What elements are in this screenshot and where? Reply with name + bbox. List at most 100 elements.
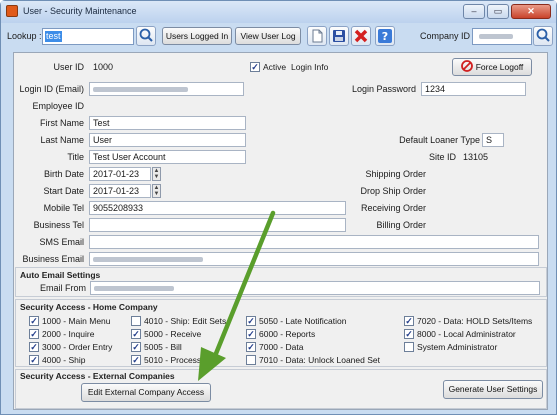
security-option-label: 5005 - Bill [144, 342, 182, 352]
security-option-checkbox[interactable]: ✓ [29, 355, 39, 365]
billing-order-field [432, 218, 527, 232]
save-button[interactable] [329, 26, 349, 46]
email-from-redacted [94, 286, 174, 291]
business-email-label: Business Email [22, 254, 84, 264]
auto-email-section: Auto Email Settings Email From [15, 267, 547, 297]
login-id-label: Login ID (Email) [19, 84, 84, 94]
security-option-label: 5050 - Late Notification [259, 316, 347, 326]
security-option-label: 1000 - Main Menu [42, 316, 111, 326]
start-date-label: Start Date [43, 186, 84, 196]
security-option-checkbox[interactable]: ✓ [246, 329, 256, 339]
auto-email-title: Auto Email Settings [20, 270, 101, 280]
lookup-label: Lookup : [7, 31, 42, 41]
receiving-order-label: Receiving Order [360, 203, 426, 213]
security-option-checkbox[interactable]: ✓ [246, 342, 256, 352]
window-title: User - Security Maintenance [23, 6, 137, 16]
email-from-field[interactable] [90, 281, 540, 295]
security-option-checkbox[interactable]: ✓ [29, 342, 39, 352]
new-document-icon [312, 29, 323, 43]
site-id-field: 13105 [459, 150, 519, 164]
security-option-checkbox[interactable]: ✓ [246, 316, 256, 326]
new-record-button[interactable] [307, 26, 327, 46]
security-option-checkbox[interactable]: ✓ [131, 342, 141, 352]
users-logged-in-button[interactable]: Users Logged In [162, 27, 232, 45]
edit-external-access-button[interactable]: Edit External Company Access [81, 383, 211, 402]
sms-email-label: SMS Email [39, 237, 84, 247]
login-id-redacted [93, 87, 188, 92]
email-from-label: Email From [39, 283, 86, 293]
receiving-order-field [432, 201, 527, 215]
app-icon [6, 5, 18, 17]
security-option-label: 4010 - Ship: Edit Sets [144, 316, 227, 326]
security-option-checkbox[interactable] [131, 316, 141, 326]
business-email-redacted [93, 257, 203, 262]
active-checkbox[interactable]: ✓ [250, 62, 260, 72]
security-option-checkbox[interactable]: ✓ [131, 355, 141, 365]
lookup-value: test [45, 31, 62, 42]
login-info-label: Login Info [291, 62, 329, 72]
start-date-spinner[interactable]: ▲ ▼ [152, 184, 161, 198]
security-option-checkbox[interactable] [404, 342, 414, 352]
security-option-label: 5000 - Receive [144, 329, 202, 339]
shipping-order-label: Shipping Order [365, 169, 426, 179]
title-field[interactable]: Test User Account [89, 150, 246, 164]
login-id-field[interactable] [89, 82, 244, 96]
business-tel-label: Business Tel [33, 220, 84, 230]
generate-user-settings-button[interactable]: Generate User Settings [443, 380, 543, 399]
drop-ship-order-field [432, 184, 527, 198]
search-icon [536, 28, 550, 42]
user-id-label: User ID [53, 62, 84, 72]
drop-ship-order-label: Drop Ship Order [360, 186, 426, 196]
lookup-input[interactable]: test [42, 28, 134, 45]
delete-icon [354, 29, 368, 43]
business-tel-field[interactable] [89, 218, 346, 232]
mobile-tel-label: Mobile Tel [43, 203, 84, 213]
security-option-checkbox[interactable]: ✓ [29, 316, 39, 326]
login-password-field[interactable]: 1234 [421, 82, 526, 96]
maximize-button[interactable]: ▭ [487, 4, 509, 19]
force-logoff-button[interactable]: Force Logoff [452, 58, 532, 76]
default-loaner-type-field[interactable]: S [482, 133, 504, 147]
security-home-title: Security Access - Home Company [20, 302, 158, 312]
security-option-checkbox[interactable]: ✓ [131, 329, 141, 339]
billing-order-label: Billing Order [376, 220, 426, 230]
start-date-field[interactable]: 2017-01-23 [89, 184, 151, 198]
first-name-field[interactable]: Test [89, 116, 246, 130]
delete-button[interactable] [351, 26, 371, 46]
shipping-order-field [432, 167, 527, 181]
help-icon: ? [378, 29, 392, 43]
security-option-label: 7000 - Data [259, 342, 304, 352]
close-button[interactable]: ✕ [511, 4, 551, 19]
svg-text:?: ? [382, 30, 388, 43]
security-option-checkbox[interactable]: ✓ [404, 316, 414, 326]
user-id-field: 1000 [89, 60, 199, 74]
lookup-search-button[interactable] [136, 26, 156, 46]
active-label: Active [263, 62, 287, 72]
mobile-tel-field[interactable]: 9055208933 [89, 201, 346, 215]
last-name-field[interactable]: User [89, 133, 246, 147]
default-loaner-type-label: Default Loaner Type [399, 135, 480, 145]
birth-date-spinner[interactable]: ▲ ▼ [152, 167, 161, 181]
company-id-input[interactable] [472, 28, 532, 45]
app-window: User - Security Maintenance – ▭ ✕ Lookup… [0, 0, 557, 415]
security-option-label: 3000 - Order Entry [42, 342, 113, 352]
business-email-field[interactable] [89, 252, 539, 266]
security-option-checkbox[interactable]: ✓ [404, 329, 414, 339]
no-entry-icon [460, 60, 473, 72]
sms-email-field[interactable] [89, 235, 539, 249]
help-button[interactable]: ? [375, 26, 395, 46]
save-icon [333, 30, 345, 42]
employee-id-field [89, 99, 244, 113]
search-icon [139, 28, 153, 42]
security-home-section: Security Access - Home Company ✓ 1000 - M… [15, 299, 547, 367]
view-user-log-button[interactable]: View User Log [235, 27, 301, 45]
security-option-label: 2000 - Inquire [42, 329, 95, 339]
title-bar: User - Security Maintenance – ▭ ✕ [1, 1, 556, 23]
security-option-label: 8000 - Local Administrator [417, 329, 516, 339]
security-option-checkbox[interactable] [246, 355, 256, 365]
security-option-label: 5010 - Process [144, 355, 202, 365]
security-option-checkbox[interactable]: ✓ [29, 329, 39, 339]
minimize-button[interactable]: – [463, 4, 485, 19]
birth-date-field[interactable]: 2017-01-23 [89, 167, 151, 181]
company-search-button[interactable] [533, 26, 553, 46]
